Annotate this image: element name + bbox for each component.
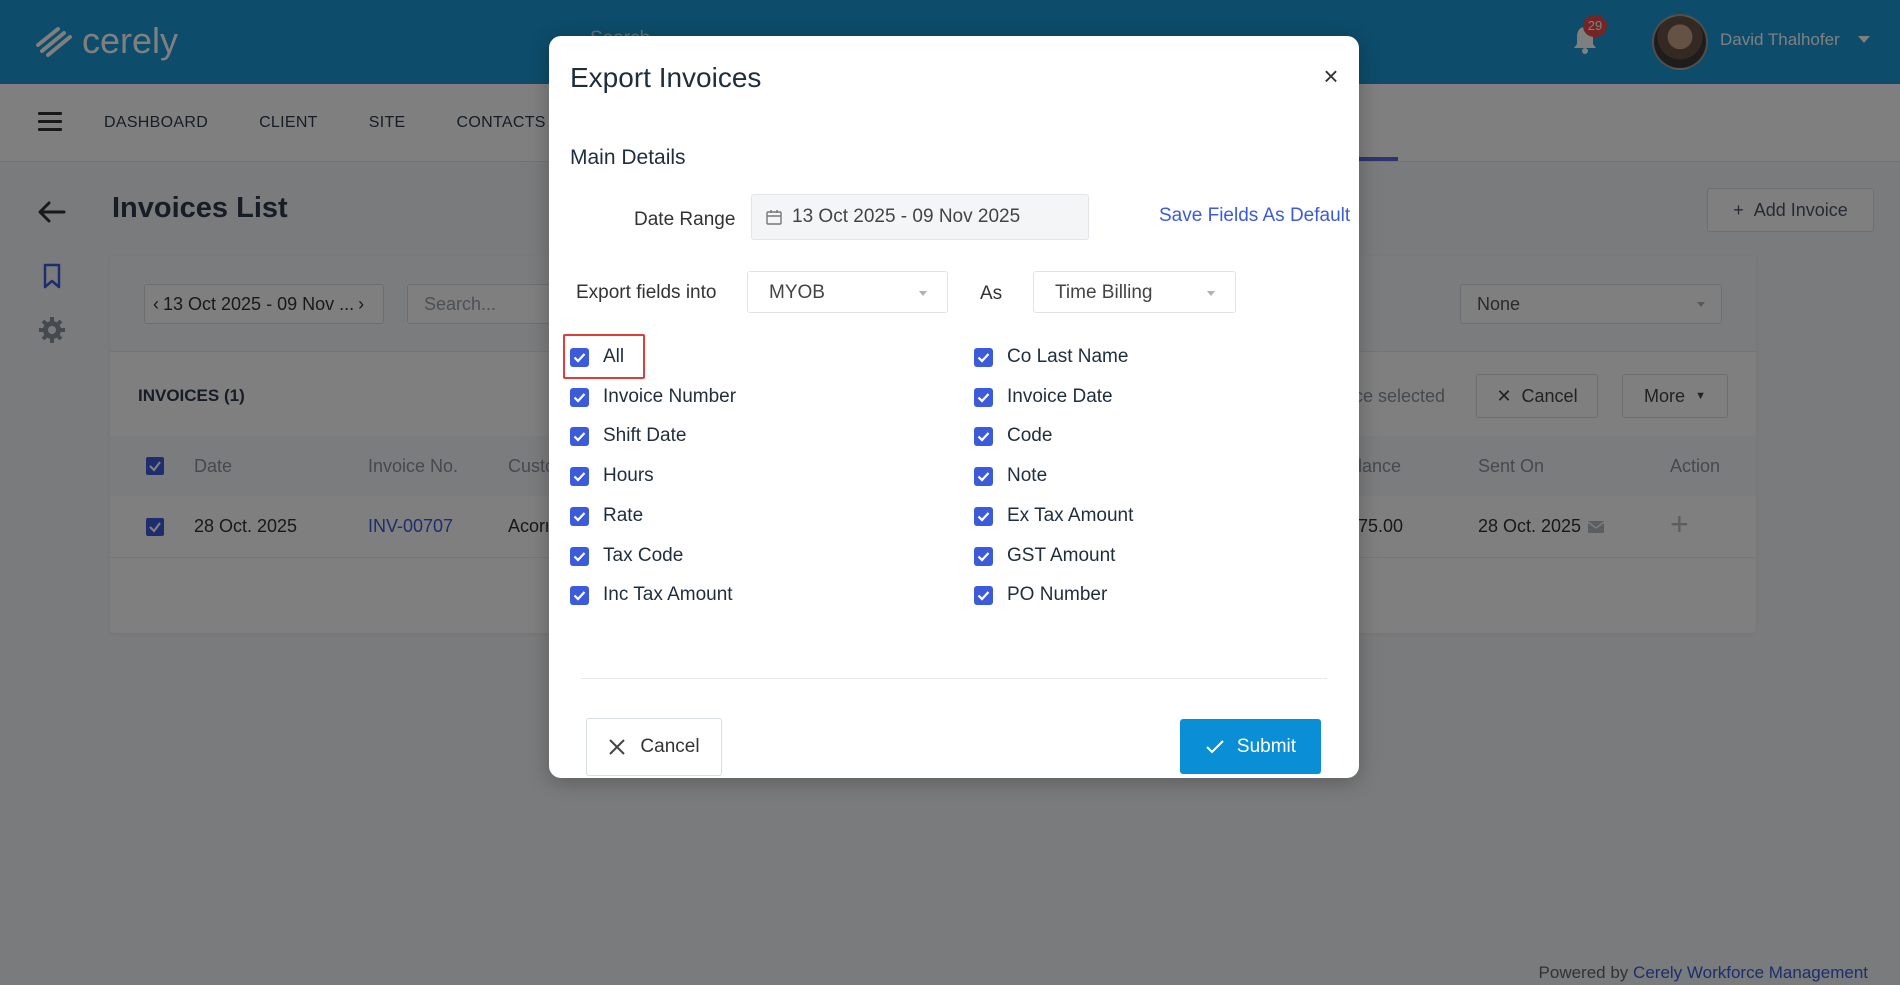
field-label: Invoice Number (603, 386, 737, 407)
export-format-value: MYOB (769, 282, 825, 303)
field-label: Invoice Date (1007, 386, 1113, 407)
checkbox[interactable] (974, 347, 993, 367)
chevron-down-icon (919, 291, 927, 296)
field-label: Hours (603, 465, 654, 486)
field-label: Ex Tax Amount (1007, 505, 1134, 526)
checkbox[interactable] (570, 466, 589, 486)
date-range-label: Date Range (634, 209, 736, 230)
field-checkbox-gst-amount[interactable]: GST Amount (974, 545, 1115, 567)
field-checkbox-shift-date[interactable]: Shift Date (570, 425, 686, 447)
checkbox[interactable] (570, 426, 589, 446)
save-fields-default-link[interactable]: Save Fields As Default (1159, 205, 1350, 227)
checkbox[interactable] (974, 585, 993, 605)
field-checkbox-code[interactable]: Code (974, 425, 1052, 447)
date-range-value: 13 Oct 2025 - 09 Nov 2025 (792, 206, 1021, 227)
checkbox[interactable] (974, 387, 993, 407)
close-icon[interactable]: × (1319, 63, 1343, 89)
field-checkbox-co-last-name[interactable]: Co Last Name (974, 346, 1128, 368)
export-format-select[interactable]: MYOB (747, 271, 948, 313)
checkbox[interactable] (974, 426, 993, 446)
submit-label: Submit (1236, 735, 1297, 757)
calendar-icon (766, 210, 782, 225)
checkbox[interactable] (570, 347, 589, 367)
checkbox[interactable] (974, 466, 993, 486)
field-label: PO Number (1007, 584, 1108, 605)
export-fields-label: Export fields into (576, 282, 717, 303)
field-label: Co Last Name (1007, 346, 1129, 367)
chevron-down-icon (1207, 291, 1215, 296)
field-label: Code (1007, 425, 1053, 446)
field-checkbox-po-number[interactable]: PO Number (974, 584, 1107, 606)
checkbox[interactable] (570, 585, 589, 605)
check-icon (1206, 739, 1224, 753)
field-label: All (603, 346, 625, 367)
field-checkbox-tax-code[interactable]: Tax Code (570, 545, 683, 567)
export-invoices-dialog: Export Invoices × Main Details Date Rang… (549, 36, 1359, 778)
field-label: Inc Tax Amount (603, 584, 733, 605)
field-label: GST Amount (1007, 545, 1116, 566)
checkbox[interactable] (570, 387, 589, 407)
cancel-button[interactable]: Cancel (586, 718, 722, 776)
field-checkbox-hours[interactable]: Hours (570, 465, 654, 487)
dialog-title: Export Invoices (570, 62, 762, 93)
field-checkbox-inc-tax-amount[interactable]: Inc Tax Amount (570, 584, 733, 606)
submit-button[interactable]: Submit (1180, 719, 1321, 774)
field-label: Shift Date (603, 425, 687, 446)
field-checkbox-ex-tax-amount[interactable]: Ex Tax Amount (974, 505, 1133, 527)
cancel-label: Cancel (640, 736, 700, 757)
field-checkbox-all[interactable]: All (570, 346, 624, 368)
field-label: Note (1007, 465, 1048, 486)
field-checkbox-invoice-date[interactable]: Invoice Date (974, 386, 1113, 408)
checkbox[interactable] (570, 546, 589, 566)
field-checkbox-rate[interactable]: Rate (570, 505, 643, 527)
section-title: Main Details (570, 146, 686, 169)
field-label: Rate (603, 505, 644, 526)
close-icon (609, 739, 626, 755)
divider (581, 678, 1327, 679)
export-type-value: Time Billing (1055, 282, 1153, 303)
field-checkbox-invoice-number[interactable]: Invoice Number (570, 386, 736, 408)
checkbox[interactable] (570, 506, 589, 526)
field-checkbox-note[interactable]: Note (974, 465, 1047, 487)
field-label: Tax Code (603, 545, 684, 566)
checkbox[interactable] (974, 506, 993, 526)
as-label: As (980, 283, 1003, 304)
date-range-input[interactable]: 13 Oct 2025 - 09 Nov 2025 (751, 194, 1089, 240)
checkbox[interactable] (974, 546, 993, 566)
export-type-select[interactable]: Time Billing (1033, 271, 1236, 313)
